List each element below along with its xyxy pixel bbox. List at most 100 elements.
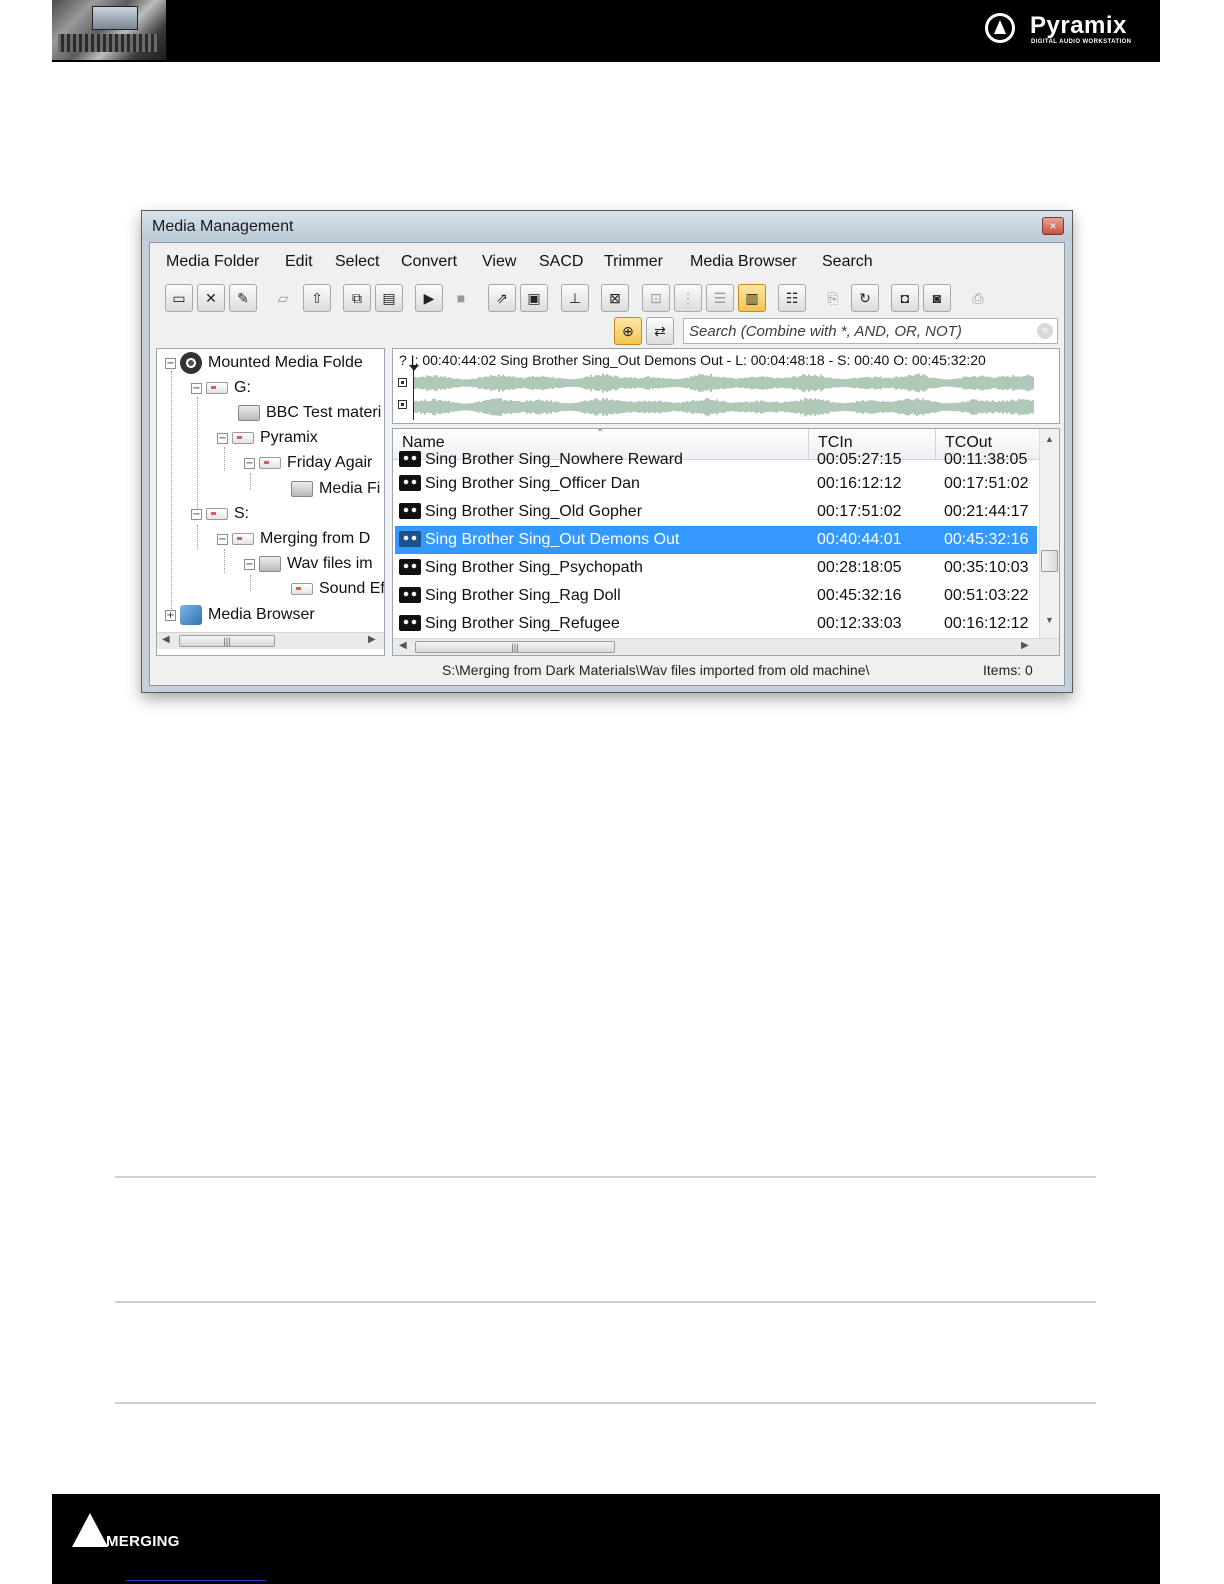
table-row-selected[interactable]: Sing Brother Sing_Out Demons Out 00:40:4… [395,526,1037,554]
copy-icon[interactable]: ⧉ [343,284,371,312]
menu-convert[interactable]: Convert [401,253,457,271]
table-row[interactable]: Sing Brother Sing_Refugee 00:12:33:03 00… [395,610,1037,638]
tree-item-sound-effects[interactable]: Sound Ef [291,578,384,600]
list-horizontal-scrollbar[interactable]: ◀ ||| ▶ [393,638,1059,655]
tree-horizontal-scrollbar[interactable]: ◀ ||| ▶ [157,632,384,649]
tree-item-mounted-media[interactable]: − Mounted Media Folde [165,352,363,374]
status-bar: S:\Merging from Dark Materials\Wav files… [148,657,1064,685]
swap-icon[interactable]: ⇄ [646,317,674,345]
add-robot-icon[interactable]: ◘ [891,284,919,312]
header-photo-console [58,34,158,52]
collapse-icon[interactable]: − [244,457,255,469]
tree-item-pyramix[interactable]: − Pyramix [217,427,318,449]
rename-icon[interactable]: ✎ [229,284,257,312]
menu-media-browser[interactable]: Media Browser [690,253,797,271]
divider [115,1402,1096,1404]
media-browser-icon [180,605,202,625]
playhead[interactable] [413,368,414,420]
stamp-icon[interactable]: ⊥ [561,284,589,312]
footer-link[interactable] [126,1580,266,1581]
audio-file-icon [399,475,421,491]
tree-item-media-files[interactable]: Media Fi [291,478,380,500]
unmount-icon[interactable]: ✕ [197,284,225,312]
folder-icon [291,481,313,497]
collapse-icon[interactable]: − [244,558,255,570]
expand-icon[interactable]: + [165,609,176,621]
menu-view[interactable]: View [482,253,516,271]
menu-edit[interactable]: Edit [285,253,313,271]
scroll-up-icon[interactable]: ▲ [1045,434,1054,444]
columns-view-icon[interactable]: ▥ [738,284,766,312]
open-folder-icon[interactable]: ▱ [269,284,297,312]
table-row[interactable]: Sing Brother Sing_Psychopath 00:28:18:05… [395,554,1037,582]
scroll-left-icon[interactable]: ◀ [162,634,170,645]
tree-item-merging[interactable]: − Merging from D [217,528,370,550]
scroll-thumb[interactable] [1041,550,1058,572]
globe-icon[interactable]: ⊕ [614,317,642,345]
collapse-icon[interactable]: − [217,533,228,545]
close-button[interactable]: × [1042,217,1064,235]
channel-2-icon[interactable] [398,400,407,409]
import-icon[interactable]: ⎘ [819,284,847,312]
table-row[interactable]: Sing Brother Sing_Old Gopher 00:17:51:02… [395,498,1037,526]
menu-select[interactable]: Select [335,253,379,271]
pyramix-logo-subtitle: DIGITAL AUDIO WORKSTATION [1031,39,1132,45]
tree-item-wav-files[interactable]: − Wav files im [244,553,373,575]
play-icon[interactable]: ▶ [415,284,443,312]
page-footer: MERGING [52,1494,1160,1584]
tree-item-s-drive[interactable]: − S: [191,503,249,525]
details-view-icon[interactable]: ⊡ [642,284,670,312]
scroll-right-icon[interactable]: ▶ [368,634,376,645]
list-view-icon[interactable]: ☰ [706,284,734,312]
clipboard-icon[interactable]: ▣ [520,284,548,312]
tree-item-bbc-test[interactable]: BBC Test materi [238,402,381,424]
stop-icon[interactable]: ■ [447,284,475,312]
tree-item-media-browser[interactable]: + Media Browser [165,604,315,626]
menu-bar: Media Folder Edit Select Convert View SA… [150,243,1064,277]
robot-icon[interactable]: ◙ [923,284,951,312]
scroll-right-icon[interactable]: ▶ [1021,640,1029,651]
media-reel-icon [180,352,202,374]
print-icon[interactable]: ⎙ [964,284,992,312]
hide-icon[interactable]: ⊠ [601,284,629,312]
audio-file-icon [399,503,421,519]
menu-media-folder[interactable]: Media Folder [166,253,259,271]
audio-file-icon [399,587,421,603]
search-placeholder: Search (Combine with *, AND, OR, NOT) [689,323,962,340]
mount-drive-icon[interactable]: ▭ [165,284,193,312]
tree-item-friday-again[interactable]: − Friday Agair [244,452,372,474]
tree-item-g-drive[interactable]: − G: [191,377,251,399]
clear-search-icon[interactable]: × [1037,323,1053,339]
pyramix-logo-text: Pyramix [1030,12,1127,39]
drive-icon [232,432,254,444]
collapse-icon[interactable]: − [191,508,202,520]
table-row[interactable]: Sing Brother Sing_Rag Doll 00:45:32:16 0… [395,582,1037,610]
status-item-count: Items: 0 [983,662,1033,678]
up-folder-icon[interactable]: ⇧ [303,284,331,312]
merging-logo-icon [72,1513,108,1547]
folder-tree: − Mounted Media Folde − G: BBC Test mate… [156,348,385,656]
tree-view-icon[interactable]: ⋮ [674,284,702,312]
divider [115,1301,1096,1303]
menu-trimmer[interactable]: Trimmer [604,253,663,271]
scroll-down-icon[interactable]: ▼ [1045,615,1054,625]
menu-search[interactable]: Search [822,253,873,271]
channel-1-icon[interactable] [398,378,407,387]
scroll-thumb[interactable]: ||| [415,641,615,653]
waveform-info: ? I: 00:40:44:02 Sing Brother Sing_Out D… [399,352,986,368]
paste-icon[interactable]: ▤ [375,284,403,312]
search-input[interactable]: Search (Combine with *, AND, OR, NOT) × [683,318,1058,344]
table-row[interactable]: Sing Brother Sing_Officer Dan 00:16:12:1… [395,470,1037,498]
refresh-icon[interactable]: ↻ [851,284,879,312]
waveform-channel-1 [413,373,1034,393]
collapse-icon[interactable]: − [165,357,176,369]
collapse-icon[interactable]: − [191,382,202,394]
waveform-preview[interactable]: ? I: 00:40:44:02 Sing Brother Sing_Out D… [392,348,1060,424]
export-icon[interactable]: ⇗ [488,284,516,312]
scroll-thumb[interactable]: ||| [179,635,275,647]
collapse-icon[interactable]: − [217,432,228,444]
scroll-left-icon[interactable]: ◀ [399,640,407,651]
list-vertical-scrollbar[interactable]: ▲ ▼ [1039,429,1059,638]
properties-icon[interactable]: ☷ [778,284,806,312]
menu-sacd[interactable]: SACD [539,253,583,271]
